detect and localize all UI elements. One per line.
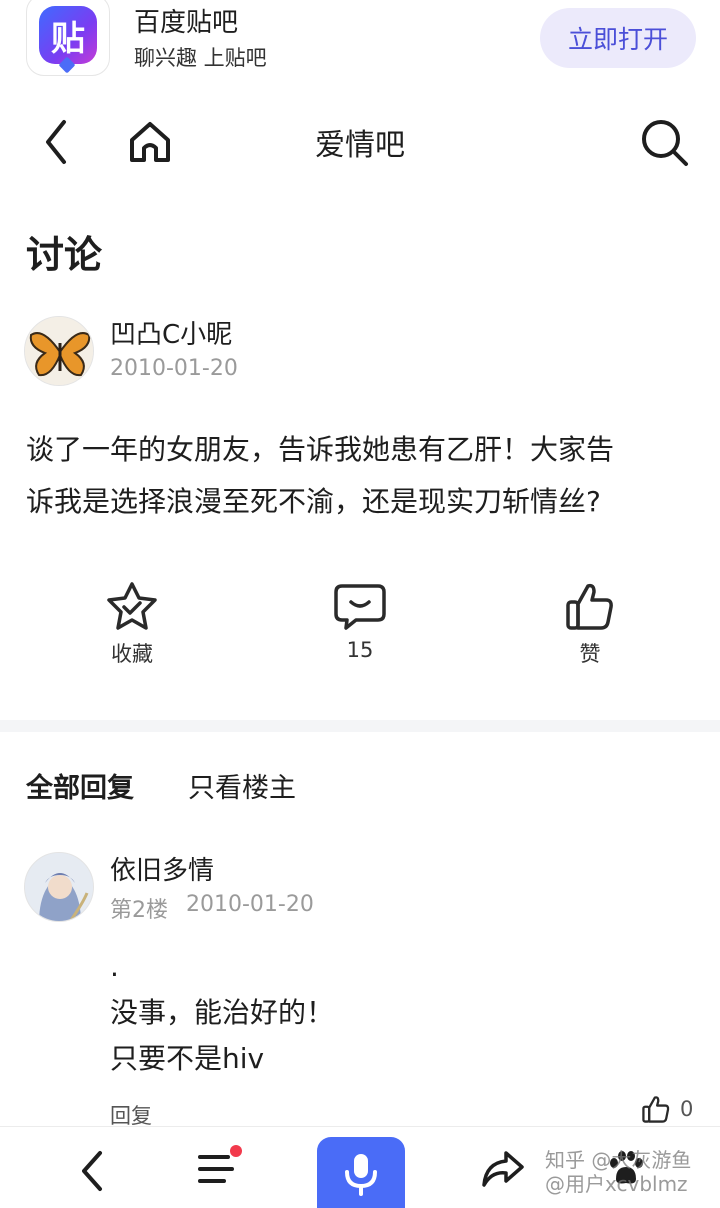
anime-avatar-icon <box>25 853 93 921</box>
app-slogan: 聊兴趣 上贴吧 <box>134 46 267 70</box>
app-name: 百度贴吧 <box>134 8 239 38</box>
reply-content-line: 只要不是hiv <box>110 1042 265 1075</box>
back-arrow-icon[interactable] <box>74 1147 110 1199</box>
comment-button[interactable]: 15 <box>300 580 420 662</box>
logo-char: 贴 <box>51 18 85 59</box>
comment-icon <box>334 584 386 630</box>
watermark: 知乎 @大灰游鱼 @用户xcvblmz <box>545 1148 691 1196</box>
post-content: 谈了一年的女朋友，告诉我她患有乙肝！大家告 诉我是选择浪漫至死不渝，还是现实刀斩… <box>26 424 702 528</box>
tieba-logo-icon: 贴 <box>39 6 97 64</box>
post-date: 2010-01-20 <box>110 356 238 381</box>
like-label: 赞 <box>579 642 601 666</box>
star-icon <box>107 582 157 630</box>
reply-content-line: . <box>110 950 119 983</box>
reply-author-avatar[interactable] <box>24 852 94 922</box>
reply-date: 2010-01-20 <box>186 892 314 917</box>
post-content-line: 谈了一年的女朋友，告诉我她患有乙肝！大家告 <box>26 433 615 466</box>
tieba-app-logo[interactable]: 贴 <box>26 0 110 76</box>
forum-title: 爱情吧 <box>315 128 405 163</box>
reply-like-button[interactable]: 0 <box>640 1094 693 1124</box>
reply-content: . 没事，能治好的！ 只要不是hiv <box>110 944 334 1082</box>
top-navigation: 爱情吧 <box>0 100 720 184</box>
thumbs-up-icon <box>642 1096 670 1123</box>
post-author-name[interactable]: 凹凸C小昵 <box>110 314 232 351</box>
section-divider <box>0 720 720 732</box>
favorite-label: 收藏 <box>111 642 153 666</box>
watermark-line: @用户xcvblmz <box>545 1172 688 1196</box>
favorite-button[interactable]: 收藏 <box>72 580 192 668</box>
search-icon[interactable] <box>636 114 692 170</box>
like-button[interactable]: 赞 <box>530 580 650 668</box>
post-content-line: 诉我是选择浪漫至死不渝，还是现实刀斩情丝? <box>26 485 601 518</box>
tab-all-replies[interactable]: 全部回复 <box>26 766 134 805</box>
comment-count: 15 <box>346 638 374 662</box>
tab-op-only[interactable]: 只看楼主 <box>188 766 296 805</box>
watermark-line: 知乎 @大灰游鱼 <box>545 1148 692 1172</box>
reply-author-name[interactable]: 依旧多情 <box>110 850 214 887</box>
app-download-banner: 贴 百度贴吧 聊兴趣 上贴吧 立即打开 <box>0 0 720 90</box>
open-app-button[interactable]: 立即打开 <box>540 8 696 68</box>
author-avatar[interactable] <box>24 316 94 386</box>
section-title: 讨论 <box>26 233 103 277</box>
menu-icon[interactable] <box>196 1151 236 1191</box>
reply-floor: 第2楼 <box>110 898 168 923</box>
butterfly-icon <box>25 317 93 385</box>
share-icon[interactable] <box>480 1149 526 1193</box>
reply-like-count: 0 <box>680 1097 694 1121</box>
voice-input-button[interactable] <box>317 1137 405 1208</box>
microphone-icon <box>345 1154 377 1196</box>
thumbs-up-icon <box>566 583 613 630</box>
reply-content-line: 没事，能治好的！ <box>110 996 335 1029</box>
notification-dot <box>230 1145 242 1157</box>
